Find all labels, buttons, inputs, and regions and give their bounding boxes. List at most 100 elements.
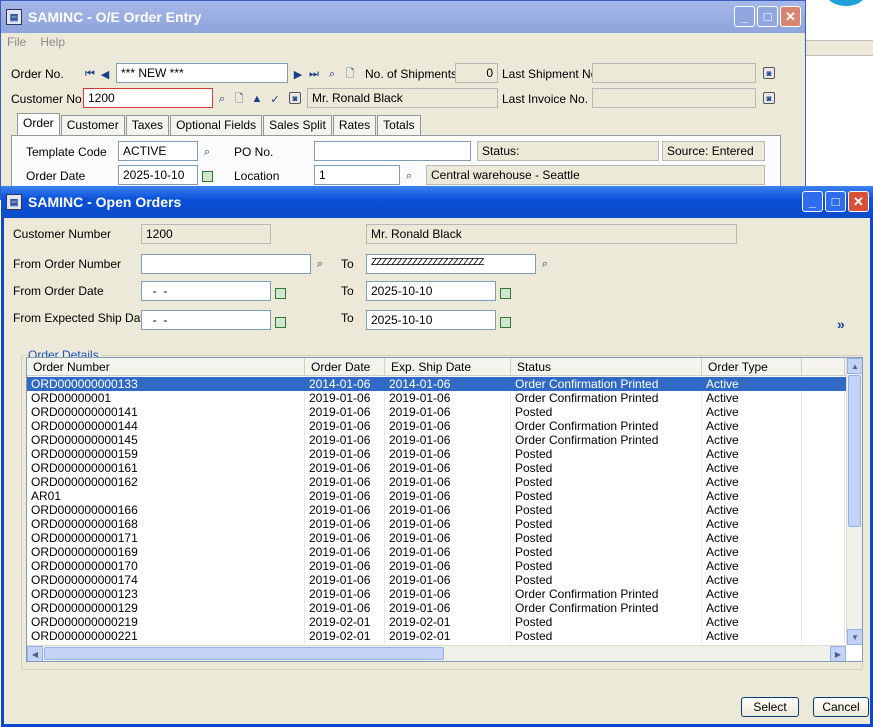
previous-record-icon[interactable]: ◀ (98, 67, 112, 81)
order-date-field[interactable]: 2025-10-10 (118, 165, 198, 185)
search-icon[interactable]: ⌕ (402, 169, 416, 183)
table-cell: 2019-01-06 (305, 545, 385, 559)
calendar-icon[interactable] (275, 288, 286, 299)
scroll-up-button[interactable]: ▲ (847, 358, 862, 374)
select-button[interactable]: Select (741, 697, 799, 717)
to-order-number-field[interactable]: ZZZZZZZZZZZZZZZZZZZZZZ (366, 254, 536, 274)
table-row[interactable]: ORD000000000144 2019-01-06 2019-01-06 Order… (27, 419, 862, 433)
table-cell: 2019-01-06 (305, 433, 385, 447)
tab-optional-fields[interactable]: Optional Fields (170, 115, 263, 135)
search-icon[interactable]: ⌕ (200, 145, 214, 159)
template-code-label: Template Code (26, 145, 107, 159)
table-row[interactable]: ORD000000000171 2019-01-06 2019-01-06 Poste… (27, 531, 862, 545)
location-field[interactable]: 1 (314, 165, 400, 185)
table-cell: 2019-01-06 (385, 559, 511, 573)
table-row[interactable]: ORD000000000133 2014-01-06 2014-01-06 Order… (27, 377, 862, 391)
from-ship-date-field[interactable]: - - (141, 310, 271, 330)
maximize-button[interactable]: □ (825, 191, 846, 212)
search-icon[interactable]: ⌕ (538, 257, 552, 271)
table-row[interactable]: ORD00000001 2019-01-06 2019-01-06 Order Con… (27, 391, 862, 405)
column-header-status[interactable]: Status (511, 358, 702, 375)
table-row[interactable]: ORD000000000221 2019-02-01 2019-02-01 Poste… (27, 629, 862, 643)
column-header-order-number[interactable]: Order Number (27, 358, 305, 375)
scroll-down-button[interactable]: ▼ (847, 629, 862, 645)
table-row[interactable]: ORD000000000170 2019-01-06 2019-01-06 Poste… (27, 559, 862, 573)
from-order-number-field[interactable] (141, 254, 311, 274)
column-header-exp-ship-date[interactable]: Exp. Ship Date (385, 358, 511, 375)
cancel-button[interactable]: Cancel (813, 697, 869, 717)
from-order-date-field[interactable]: - - (141, 281, 271, 301)
table-cell: 2019-01-06 (385, 587, 511, 601)
tab-sales-split[interactable]: Sales Split (263, 115, 332, 135)
search-icon[interactable]: ⌕ (313, 257, 327, 271)
table-row[interactable]: ORD000000000162 2019-01-06 2019-01-06 Poste… (27, 475, 862, 489)
po-no-field[interactable] (314, 141, 471, 161)
vertical-scroll-thumb[interactable] (848, 375, 861, 527)
table-cell: Order Confirmation Printed (511, 377, 702, 391)
scroll-right-button[interactable]: ▶ (830, 646, 846, 661)
tab-rates[interactable]: Rates (332, 115, 377, 135)
to-ship-date-field[interactable]: 2025-10-10 (366, 310, 496, 330)
table-row[interactable]: ORD000000000166 2019-01-06 2019-01-06 Poste… (27, 503, 862, 517)
maximize-button[interactable]: □ (757, 6, 778, 27)
table-row[interactable]: ORD000000000159 2019-01-06 2019-01-06 Poste… (27, 447, 862, 461)
table-cell (802, 503, 845, 517)
minimize-button[interactable]: _ (802, 191, 823, 212)
calendar-icon[interactable] (202, 171, 213, 182)
calendar-icon[interactable] (500, 288, 511, 299)
table-cell: ORD000000000168 (27, 517, 305, 531)
expand-chevron-icon[interactable]: » (837, 316, 845, 332)
table-cell: Posted (511, 615, 702, 629)
tab-taxes[interactable]: Taxes (125, 115, 170, 135)
search-icon[interactable]: ⌕ (325, 67, 339, 81)
next-record-icon[interactable]: ▶ (291, 67, 305, 81)
up-arrow-icon[interactable]: ▲ (250, 92, 264, 106)
tab-totals[interactable]: Totals (377, 115, 421, 135)
table-cell: Active (702, 615, 802, 629)
table-row[interactable]: ORD000000000123 2019-01-06 2019-01-06 Order… (27, 587, 862, 601)
table-row[interactable]: ORD000000000174 2019-01-06 2019-01-06 Poste… (27, 573, 862, 587)
search-icon[interactable]: ⌕ (215, 92, 229, 106)
vertical-scrollbar[interactable]: ▲ ▼ (846, 358, 862, 645)
new-document-icon[interactable]: 🗋 (232, 92, 246, 106)
to-order-date-field[interactable]: 2025-10-10 (366, 281, 496, 301)
customer-no-field[interactable]: 1200 (83, 88, 213, 108)
tab-order[interactable]: Order (17, 113, 60, 135)
column-header-order-date[interactable]: Order Date (305, 358, 385, 375)
scroll-left-button[interactable]: ◀ (27, 646, 43, 661)
table-row[interactable]: AR01 2019-01-06 2019-01-06 Posted Active (27, 489, 862, 503)
minimize-button[interactable]: _ (734, 6, 755, 27)
table-cell (802, 475, 845, 489)
menu-help[interactable]: Help (40, 35, 65, 49)
table-row[interactable]: ORD000000000145 2019-01-06 2019-01-06 Order… (27, 433, 862, 447)
zoom-icon[interactable]: ◙ (289, 92, 301, 104)
last-record-icon[interactable]: ⏭ (307, 67, 321, 81)
template-code-field[interactable]: ACTIVE (118, 141, 198, 161)
tab-customer[interactable]: Customer (60, 115, 125, 135)
zoom-icon[interactable]: ◙ (763, 92, 775, 104)
table-row[interactable]: ORD000000000168 2019-01-06 2019-01-06 Poste… (27, 517, 862, 531)
table-cell: 2019-02-01 (305, 629, 385, 643)
new-document-icon[interactable]: 🗋 (343, 67, 357, 81)
table-cell (802, 587, 845, 601)
table-row[interactable]: ORD000000000169 2019-01-06 2019-01-06 Poste… (27, 545, 862, 559)
menu-file[interactable]: File (7, 35, 26, 49)
table-row[interactable]: ORD000000000219 2019-02-01 2019-02-01 Poste… (27, 615, 862, 629)
table-row[interactable]: ORD000000000141 2019-01-06 2019-01-06 Poste… (27, 405, 862, 419)
table-cell: ORD000000000159 (27, 447, 305, 461)
calendar-icon[interactable] (500, 317, 511, 328)
close-button[interactable]: ✕ (848, 191, 869, 212)
table-cell: 2019-01-06 (385, 419, 511, 433)
orders-grid[interactable]: Order Number Order Date Exp. Ship Date S… (26, 357, 863, 662)
check-icon[interactable]: ✓ (268, 92, 282, 106)
horizontal-scrollbar[interactable]: ◀ ▶ (27, 645, 846, 661)
order-no-field[interactable]: *** NEW *** (116, 63, 288, 83)
close-button[interactable]: ✕ (780, 6, 801, 27)
zoom-icon[interactable]: ◙ (763, 67, 775, 79)
horizontal-scroll-thumb[interactable] (44, 647, 444, 660)
column-header-order-type[interactable]: Order Type (702, 358, 802, 375)
first-record-icon[interactable]: ⏮ (83, 67, 97, 81)
calendar-icon[interactable] (275, 317, 286, 328)
table-row[interactable]: ORD000000000161 2019-01-06 2019-01-06 Poste… (27, 461, 862, 475)
table-row[interactable]: ORD000000000129 2019-01-06 2019-01-06 Order… (27, 601, 862, 615)
